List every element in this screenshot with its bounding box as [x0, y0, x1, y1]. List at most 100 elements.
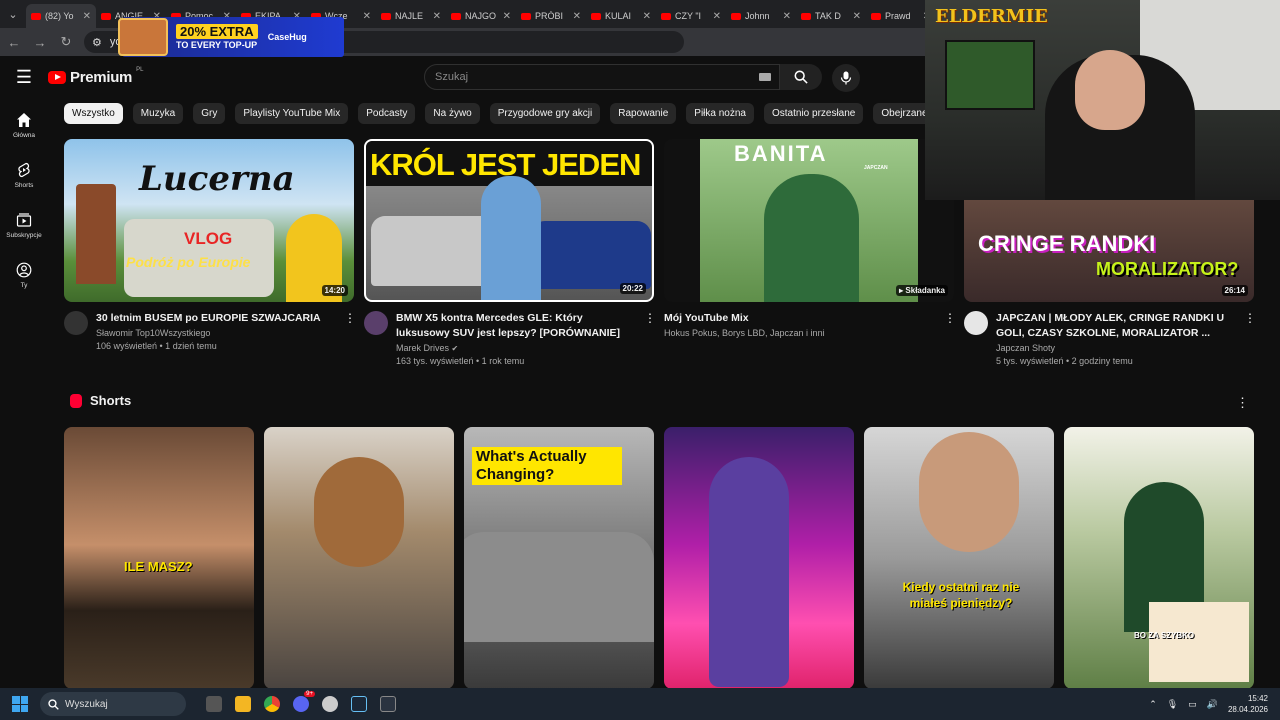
filter-chip[interactable]: Muzyka	[132, 103, 184, 124]
task-view-icon[interactable]	[206, 696, 222, 712]
more-options-icon[interactable]: ⋮	[344, 311, 356, 351]
video-title[interactable]: JAPCZAN | MŁODY ALEK, CRINGE RANDKI U GO…	[996, 311, 1236, 341]
menu-icon[interactable]: ☰	[0, 67, 48, 88]
close-icon[interactable]: ✕	[433, 11, 441, 22]
close-icon[interactable]: ✕	[83, 11, 91, 22]
start-button[interactable]	[0, 696, 40, 712]
channel-name[interactable]: Japczan Shoty	[996, 343, 1236, 353]
close-icon[interactable]: ✕	[503, 11, 511, 22]
close-icon[interactable]: ✕	[783, 11, 791, 22]
person-shape	[709, 457, 789, 687]
thumb-title: Lucerna	[139, 159, 295, 199]
microphone-icon[interactable]: 🎙	[1167, 699, 1178, 710]
filter-chip[interactable]: Wszystko	[64, 103, 123, 124]
channel-avatar[interactable]	[364, 311, 388, 335]
reload-icon[interactable]: ↻	[58, 34, 74, 50]
browser-tab[interactable]: NAJLE ✕	[376, 4, 446, 28]
channel-avatar[interactable]	[964, 311, 988, 335]
thumb-subtitle: MORALIZATOR?	[1096, 259, 1239, 279]
more-options-icon[interactable]: ⋮	[1244, 311, 1256, 366]
youtube-logo[interactable]: Premium PL	[48, 67, 144, 86]
youtube-favicon-icon	[731, 12, 741, 20]
filter-chip[interactable]: Playlisty YouTube Mix	[235, 103, 349, 124]
short-card[interactable]	[664, 427, 854, 689]
ad-banner[interactable]: 20% EXTRA TO EVERY TOP-UP CaseHug	[118, 17, 344, 57]
taskbar-search-label: Wyszukaj	[65, 698, 108, 710]
browser-tab[interactable]: PRÓBI ✕	[516, 4, 586, 28]
tab-search-button[interactable]: ⌄	[0, 0, 26, 28]
mix-badge: ▸ Składanka	[896, 285, 948, 296]
video-title[interactable]: 30 letnim BUSEM po EUROPIE SZWAJCARIA	[96, 311, 336, 326]
site-info-icon[interactable]: ⚙	[92, 36, 102, 49]
close-icon[interactable]: ✕	[853, 11, 861, 22]
filter-chip[interactable]: Ostatnio przesłane	[763, 103, 864, 124]
file-explorer-icon[interactable]	[235, 696, 251, 712]
video-title[interactable]: Mój YouTube Mix	[664, 311, 936, 326]
discord-icon[interactable]: 9+	[293, 691, 315, 712]
video-title[interactable]: BMW X5 kontra Mercedes GLE: Który luksus…	[396, 311, 636, 341]
more-options-icon[interactable]: ⋮	[944, 311, 956, 338]
channel-name[interactable]: Marek Drives ✔	[396, 343, 636, 353]
mix-card[interactable]: BANITA JAPCZAN ▸ Składanka Mój YouTube M…	[664, 139, 956, 338]
sidebar-item-home[interactable]: Główna	[0, 100, 48, 150]
close-icon[interactable]: ✕	[713, 11, 721, 22]
volume-icon[interactable]: 🔊	[1207, 699, 1218, 710]
logo-region: PL	[136, 67, 144, 73]
search-button[interactable]	[780, 64, 822, 90]
shorts-more-icon[interactable]: ⋮	[1236, 395, 1249, 411]
filter-chip[interactable]: Na żywo	[425, 103, 480, 124]
filter-chip[interactable]: Gry	[193, 103, 226, 124]
filter-chip[interactable]: Piłka nożna	[686, 103, 754, 124]
video-card[interactable]: KRÓL JEST JEDEN 20:22 BMW X5 kontra Merc…	[364, 139, 656, 366]
browser-tab[interactable]: NAJGO ✕	[446, 4, 516, 28]
search-input[interactable]: Szukaj	[424, 64, 780, 90]
sidebar-item-you[interactable]: Ty	[0, 250, 48, 300]
sidebar-item-shorts[interactable]: Shorts	[0, 150, 48, 200]
video-thumbnail[interactable]: KRÓL JEST JEDEN 20:22	[364, 139, 654, 302]
browser-tab[interactable]: KULAI ✕	[586, 4, 656, 28]
short-card[interactable]: What's Actually Changing?	[464, 427, 654, 689]
channel-name[interactable]: Sławomir Top10Wszystkiego	[96, 328, 336, 338]
short-card[interactable]: ILE MASZ?	[64, 427, 254, 689]
tab-title: Prawd	[885, 11, 911, 21]
app-icon[interactable]	[380, 696, 396, 712]
close-icon[interactable]: ✕	[363, 11, 371, 22]
video-card[interactable]: Lucerna VLOG Podróż po Europie 14:20 30 …	[64, 139, 356, 351]
app-icon[interactable]	[322, 696, 338, 712]
close-icon[interactable]: ✕	[573, 11, 581, 22]
youtube-favicon-icon	[591, 12, 601, 20]
channel-avatar[interactable]	[64, 311, 88, 335]
filter-chip[interactable]: Rapowanie	[610, 103, 677, 124]
sidebar-label: Ty	[20, 281, 28, 289]
chrome-icon[interactable]	[264, 696, 280, 712]
forward-icon[interactable]: →	[32, 35, 48, 50]
network-icon[interactable]: ▭	[1188, 699, 1197, 710]
clock[interactable]: 15:42 28.04.2026	[1228, 693, 1268, 715]
taskbar-search[interactable]: Wyszukaj	[40, 692, 186, 716]
short-card[interactable]	[264, 427, 454, 689]
tab-title: (82) Yo	[45, 11, 74, 21]
browser-tab[interactable]: (82) Yo ✕	[26, 4, 96, 28]
short-card[interactable]: BO ZA SZYBKO	[1064, 427, 1254, 689]
filter-chip[interactable]: Przygodowe gry akcji	[489, 103, 601, 124]
sidebar-item-subscriptions[interactable]: Subskrypcje	[0, 200, 48, 250]
steam-icon[interactable]	[351, 696, 367, 712]
keyboard-icon[interactable]	[759, 73, 771, 81]
filter-chip[interactable]: Obejrzane	[873, 103, 925, 124]
voice-search-button[interactable]	[832, 64, 860, 92]
close-icon[interactable]: ✕	[643, 11, 651, 22]
person-shape	[314, 457, 404, 567]
video-thumbnail[interactable]: Lucerna VLOG Podróż po Europie 14:20	[64, 139, 354, 302]
chevron-up-icon[interactable]: ⌃	[1149, 699, 1157, 710]
video-thumbnail[interactable]: BANITA JAPCZAN ▸ Składanka	[664, 139, 954, 302]
youtube-favicon-icon	[801, 12, 811, 20]
webcam-overlay: ELDERMIE	[925, 0, 1280, 200]
more-options-icon[interactable]: ⋮	[644, 311, 656, 366]
filter-chip[interactable]: Podcasty	[358, 103, 416, 124]
browser-tab[interactable]: TAK D ✕	[796, 4, 866, 28]
browser-tab[interactable]: Johnn ✕	[726, 4, 796, 28]
short-card[interactable]: Kiedy ostatni raz nie miałeś pieniędzy?	[864, 427, 1054, 689]
browser-tab[interactable]: CZY "I ✕	[656, 4, 726, 28]
back-icon[interactable]: ←	[6, 35, 22, 50]
shorts-title: Shorts	[90, 393, 132, 408]
